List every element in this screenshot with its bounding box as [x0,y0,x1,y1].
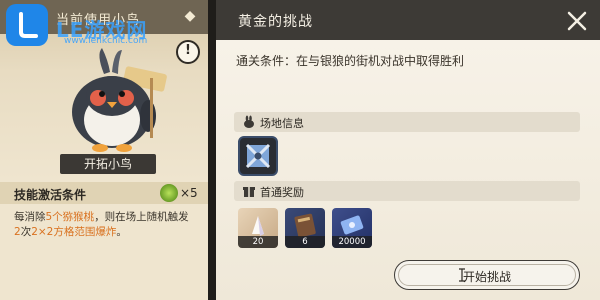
bird-name-tag: 开拓小鸟 [60,154,156,174]
watermark-logo [6,4,48,46]
bird-character-image [52,48,172,153]
challenge-title: 黄金的挑战 [238,14,313,30]
info-icon[interactable]: ! [176,40,200,64]
reward-qty: 20 [238,236,278,248]
skill-activation-label: 技能激活条件 [14,188,87,202]
diamond-icon[interactable]: ◆ [182,8,198,24]
gift-icon [243,187,255,197]
watermark-l-icon [19,12,38,38]
arcade-map-icon [245,143,271,169]
site-info-label: 场地信息 [260,117,304,130]
challenge-header: 黄金的挑战 [216,0,600,40]
start-challenge-button[interactable]: 开始挑战 [394,260,580,290]
text-cursor-icon [459,268,465,282]
kiwi-icon [160,184,178,202]
kiwi-count: ×5 [180,186,198,200]
watermark-url: www.lenkchic.com [64,36,148,46]
challenge-panel: 黄金的挑战 通关条件：在与银狼的街机对战中取得胜利 场地信息 首通奖励 20 6… [216,0,600,300]
skill-activation-row: 技能激活条件 ×5 [0,182,208,204]
site-map-tile[interactable] [238,136,278,176]
close-icon[interactable] [564,8,590,34]
sign-pole [150,78,153,138]
first-reward-section: 首通奖励 [234,181,580,201]
reward-item-crystal[interactable]: 20 [238,208,278,248]
reward-qty: 20000 [332,236,372,248]
rabbit-icon [244,115,254,128]
reward-item-book[interactable]: 6 [285,208,325,248]
first-reward-label: 首通奖励 [260,186,304,199]
reward-item-credit[interactable]: 20000 [332,208,372,248]
skill-description: 每消除5个猕猴桃，则在场上随机触发 2次2×2方格范围爆炸。 [14,211,189,238]
reward-qty: 6 [285,236,325,248]
clear-condition-text: 通关条件：在与银狼的街机对战中取得胜利 [236,54,465,68]
start-challenge-label: 开始挑战 [462,270,511,284]
bird-info-card: 当前使用小鸟 ◆ LE游戏网 www.lenkchic.com ! 开拓小鸟 技… [0,0,208,300]
site-info-section: 场地信息 [234,112,580,132]
